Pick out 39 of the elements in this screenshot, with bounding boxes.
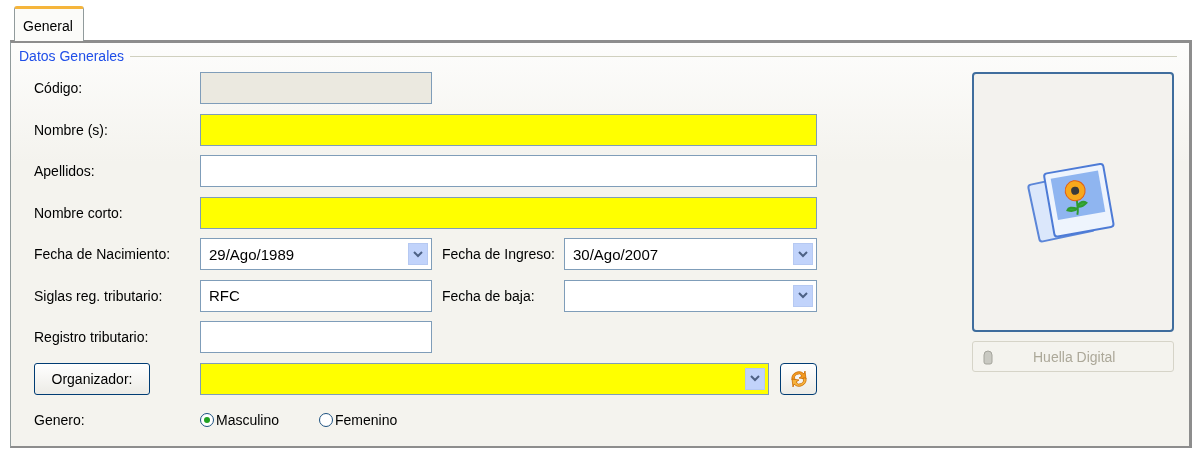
field-label: Siglas reg. tributario:: [34, 287, 164, 304]
chevron-down-icon: [798, 292, 808, 299]
group-title: Datos Generales: [19, 48, 125, 64]
text-field[interactable]: [200, 155, 817, 187]
fingerprint-icon: [981, 348, 995, 365]
text-field[interactable]: [200, 196, 817, 229]
text-field[interactable]: RFC: [200, 279, 432, 312]
field-label: Código:: [34, 80, 84, 96]
radio-option[interactable]: Femenino: [319, 412, 398, 428]
refresh-button[interactable]: [780, 362, 817, 395]
radio-button[interactable]: [200, 413, 214, 427]
photo-frame[interactable]: [972, 72, 1174, 332]
field-label: Nombre corto:: [34, 204, 124, 221]
dropdown-button[interactable]: [793, 284, 813, 307]
dropdown-button[interactable]: [745, 367, 765, 390]
radio-label: Masculino: [216, 412, 280, 428]
combo-box[interactable]: [200, 362, 769, 395]
dropdown-button[interactable]: [793, 243, 813, 265]
field-label: Apellidos:: [34, 163, 96, 179]
dropdown-button[interactable]: [408, 243, 428, 265]
organizer-button[interactable]: Organizador:: [34, 362, 150, 395]
chevron-down-icon: [413, 250, 423, 258]
date-picker[interactable]: 29/Ago/1989: [200, 238, 432, 270]
radio-button[interactable]: [319, 413, 334, 427]
field-label: Fecha de Ingreso:: [442, 246, 556, 262]
text-field[interactable]: [200, 321, 432, 353]
date-picker[interactable]: 30/Ago/2007: [564, 238, 817, 270]
chevron-down-icon: [750, 375, 760, 382]
field-label: Fecha de Nacimiento:: [34, 246, 172, 262]
field-label: Nombre (s):: [34, 121, 109, 138]
radio-label: Femenino: [335, 412, 398, 428]
radio-option[interactable]: Masculino: [200, 412, 280, 428]
field-label: Registro tributario:: [34, 329, 150, 345]
chevron-down-icon: [798, 250, 808, 258]
date-picker[interactable]: [564, 279, 817, 312]
text-field[interactable]: [200, 113, 817, 146]
field-label: Genero:: [34, 412, 86, 428]
tab[interactable]: General: [14, 6, 84, 41]
field-label: Fecha de baja:: [442, 287, 536, 304]
